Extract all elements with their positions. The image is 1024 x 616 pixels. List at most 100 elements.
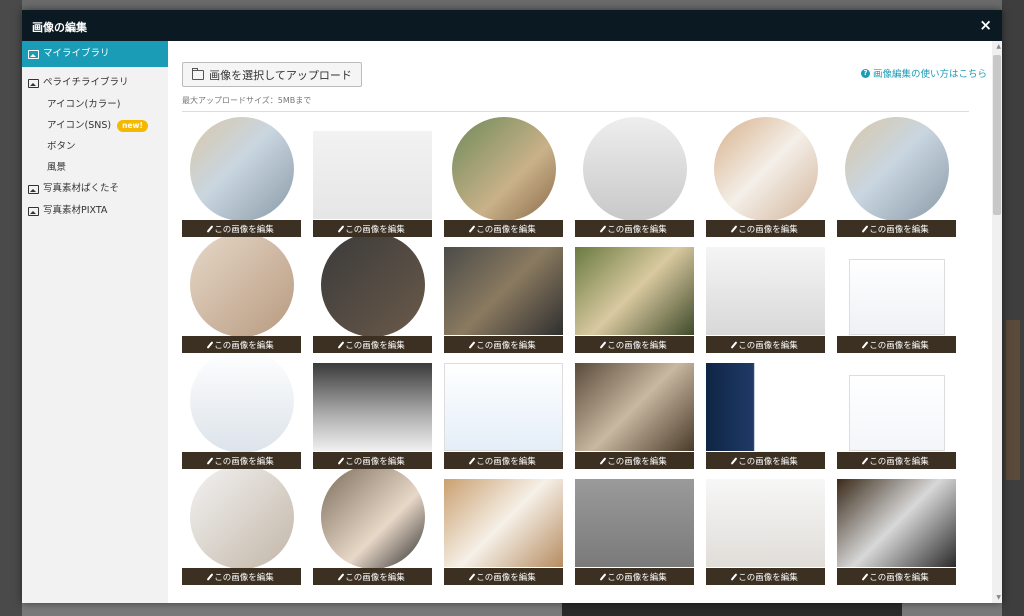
image-tile[interactable]: この画像を編集 xyxy=(706,247,825,353)
edit-image-button[interactable]: この画像を編集 xyxy=(706,220,825,237)
image-thumbnail-white-laptop[interactable] xyxy=(313,131,432,219)
image-thumbnail-monitor-desk[interactable] xyxy=(706,479,825,567)
edit-image-button[interactable]: この画像を編集 xyxy=(575,336,694,353)
scroll-down-arrow[interactable]: ▼ xyxy=(996,594,1001,601)
pencil-icon xyxy=(861,456,869,465)
sidebar-subitem-icon-sns[interactable]: アイコン(SNS) new! xyxy=(22,115,168,136)
image-thumbnail-coffee-plant[interactable] xyxy=(452,117,556,221)
image-thumbnail-hands-table[interactable] xyxy=(575,247,694,335)
edit-image-label: この画像を編集 xyxy=(869,224,929,235)
sidebar-item-peraichi-library[interactable]: ペライチライブラリ xyxy=(22,72,168,94)
image-tile[interactable]: この画像を編集 xyxy=(182,349,301,469)
pencil-icon xyxy=(337,224,345,233)
edit-image-label: この画像を編集 xyxy=(345,224,405,235)
image-tile[interactable]: この画像を編集 xyxy=(313,465,432,585)
image-thumbnail-typing[interactable] xyxy=(190,233,294,337)
image-thumbnail-woman[interactable] xyxy=(321,465,425,569)
scroll-up-arrow[interactable]: ▲ xyxy=(996,43,1001,50)
sidebar-item-label: ペライチライブラリ xyxy=(43,77,129,88)
image-tile[interactable]: この画像を編集 xyxy=(444,117,563,237)
image-tile[interactable]: この画像を編集 xyxy=(444,479,563,585)
edit-image-button[interactable]: この画像を編集 xyxy=(313,336,432,353)
image-tile[interactable]: この画像を編集 xyxy=(575,117,694,237)
image-thumbnail-report-desk[interactable] xyxy=(444,479,563,567)
edit-image-button[interactable]: この画像を編集 xyxy=(706,336,825,353)
image-thumbnail-chart-paper[interactable] xyxy=(714,117,818,221)
edit-image-button[interactable]: この画像を編集 xyxy=(706,568,825,585)
edit-image-button[interactable]: この画像を編集 xyxy=(706,452,825,469)
sidebar-item-pakutaso[interactable]: 写真素材ぱくたそ xyxy=(22,178,168,200)
image-thumbnail-man-sitting[interactable] xyxy=(190,349,294,453)
image-thumbnail-office-team[interactable] xyxy=(575,363,694,451)
image-tile[interactable]: この画像を編集 xyxy=(182,233,301,353)
edit-image-label: この画像を編集 xyxy=(738,572,798,583)
image-tile[interactable]: この画像を編集 xyxy=(313,233,432,353)
edit-image-button[interactable]: この画像を編集 xyxy=(444,568,563,585)
edit-image-button[interactable]: この画像を編集 xyxy=(837,568,956,585)
sidebar-subitem-scenery[interactable]: 風景 xyxy=(22,157,168,178)
sidebar-item-pixta[interactable]: 写真素材PIXTA xyxy=(22,200,168,222)
edit-image-label: この画像を編集 xyxy=(214,224,274,235)
edit-image-button[interactable]: この画像を編集 xyxy=(182,336,301,353)
image-tile[interactable]: この画像を編集 xyxy=(706,363,825,469)
image-thumbnail-man-glasses[interactable] xyxy=(190,465,294,569)
image-thumbnail-site-blue[interactable] xyxy=(444,363,563,451)
edit-image-label: この画像を編集 xyxy=(607,340,667,351)
image-thumbnail-map-desk-2[interactable] xyxy=(845,117,949,221)
edit-image-button[interactable]: この画像を編集 xyxy=(837,336,956,353)
image-tile[interactable]: この画像を編集 xyxy=(575,479,694,585)
edit-image-button[interactable]: この画像を編集 xyxy=(444,452,563,469)
edit-image-label: この画像を編集 xyxy=(476,572,536,583)
image-thumbnail-online-business-lab[interactable] xyxy=(313,363,432,451)
image-tile[interactable]: この画像を編集 xyxy=(182,465,301,585)
image-tile[interactable]: この画像を編集 xyxy=(444,363,563,469)
image-tile[interactable]: この画像を編集 xyxy=(575,363,694,469)
help-link[interactable]: ? 画像編集の使い方はこちら xyxy=(860,66,987,80)
scrollbar[interactable]: ▲ ▼ xyxy=(992,41,1002,603)
edit-image-button[interactable]: この画像を編集 xyxy=(313,452,432,469)
edit-image-button[interactable]: この画像を編集 xyxy=(575,220,694,237)
image-thumbnail-site-text[interactable] xyxy=(849,375,945,451)
image-tile[interactable]: この画像を編集 xyxy=(706,479,825,585)
image-tile[interactable]: この画像を編集 xyxy=(837,479,956,585)
image-thumbnail-desk-laptop[interactable] xyxy=(706,247,825,335)
pencil-icon xyxy=(730,572,738,581)
image-tile[interactable]: この画像を編集 xyxy=(182,117,301,237)
image-tile[interactable]: この画像を編集 xyxy=(444,247,563,353)
image-thumbnail-keyboard[interactable] xyxy=(583,117,687,221)
edit-image-button[interactable]: この画像を編集 xyxy=(837,220,956,237)
close-icon[interactable]: × xyxy=(979,16,992,34)
edit-image-button[interactable]: この画像を編集 xyxy=(575,568,694,585)
image-tile[interactable]: この画像を編集 xyxy=(837,363,956,469)
edit-image-label: この画像を編集 xyxy=(345,340,405,351)
edit-image-button[interactable]: この画像を編集 xyxy=(313,220,432,237)
image-thumbnail-team-laptops[interactable] xyxy=(321,233,425,337)
edit-image-button[interactable]: この画像を編集 xyxy=(313,568,432,585)
edit-image-button[interactable]: この画像を編集 xyxy=(444,336,563,353)
edit-image-button[interactable]: この画像を編集 xyxy=(575,452,694,469)
image-thumbnail-webpage-screenshot[interactable] xyxy=(849,259,945,335)
image-thumbnail-app-dark[interactable] xyxy=(706,363,825,451)
image-tile[interactable]: この画像を編集 xyxy=(313,131,432,237)
image-tile[interactable]: この画像を編集 xyxy=(837,117,956,237)
pencil-icon xyxy=(468,224,476,233)
image-thumbnail-meeting[interactable] xyxy=(444,247,563,335)
edit-image-button[interactable]: この画像を編集 xyxy=(837,452,956,469)
image-thumbnail-map-desk[interactable] xyxy=(190,117,294,221)
sidebar-item-my-library[interactable]: マイライブラリ xyxy=(22,41,168,67)
sidebar-subitem-icon-color[interactable]: アイコン(カラー) xyxy=(22,94,168,115)
sidebar-subitem-button[interactable]: ボタン xyxy=(22,136,168,157)
edit-image-button[interactable]: この画像を編集 xyxy=(182,452,301,469)
scrollbar-thumb[interactable] xyxy=(993,55,1001,215)
image-tile[interactable]: この画像を編集 xyxy=(313,363,432,469)
image-thumbnail-finance[interactable] xyxy=(837,479,956,567)
image-tile[interactable]: この画像を編集 xyxy=(706,117,825,237)
edit-image-button[interactable]: この画像を編集 xyxy=(182,220,301,237)
edit-image-button[interactable]: この画像を編集 xyxy=(182,568,301,585)
image-tile[interactable]: この画像を編集 xyxy=(575,247,694,353)
image-thumbnail-graph-gray[interactable] xyxy=(575,479,694,567)
edit-image-button[interactable]: この画像を編集 xyxy=(444,220,563,237)
image-tile[interactable]: この画像を編集 xyxy=(837,247,956,353)
edit-image-label: この画像を編集 xyxy=(607,456,667,467)
upload-button[interactable]: 画像を選択してアップロード xyxy=(182,62,362,87)
